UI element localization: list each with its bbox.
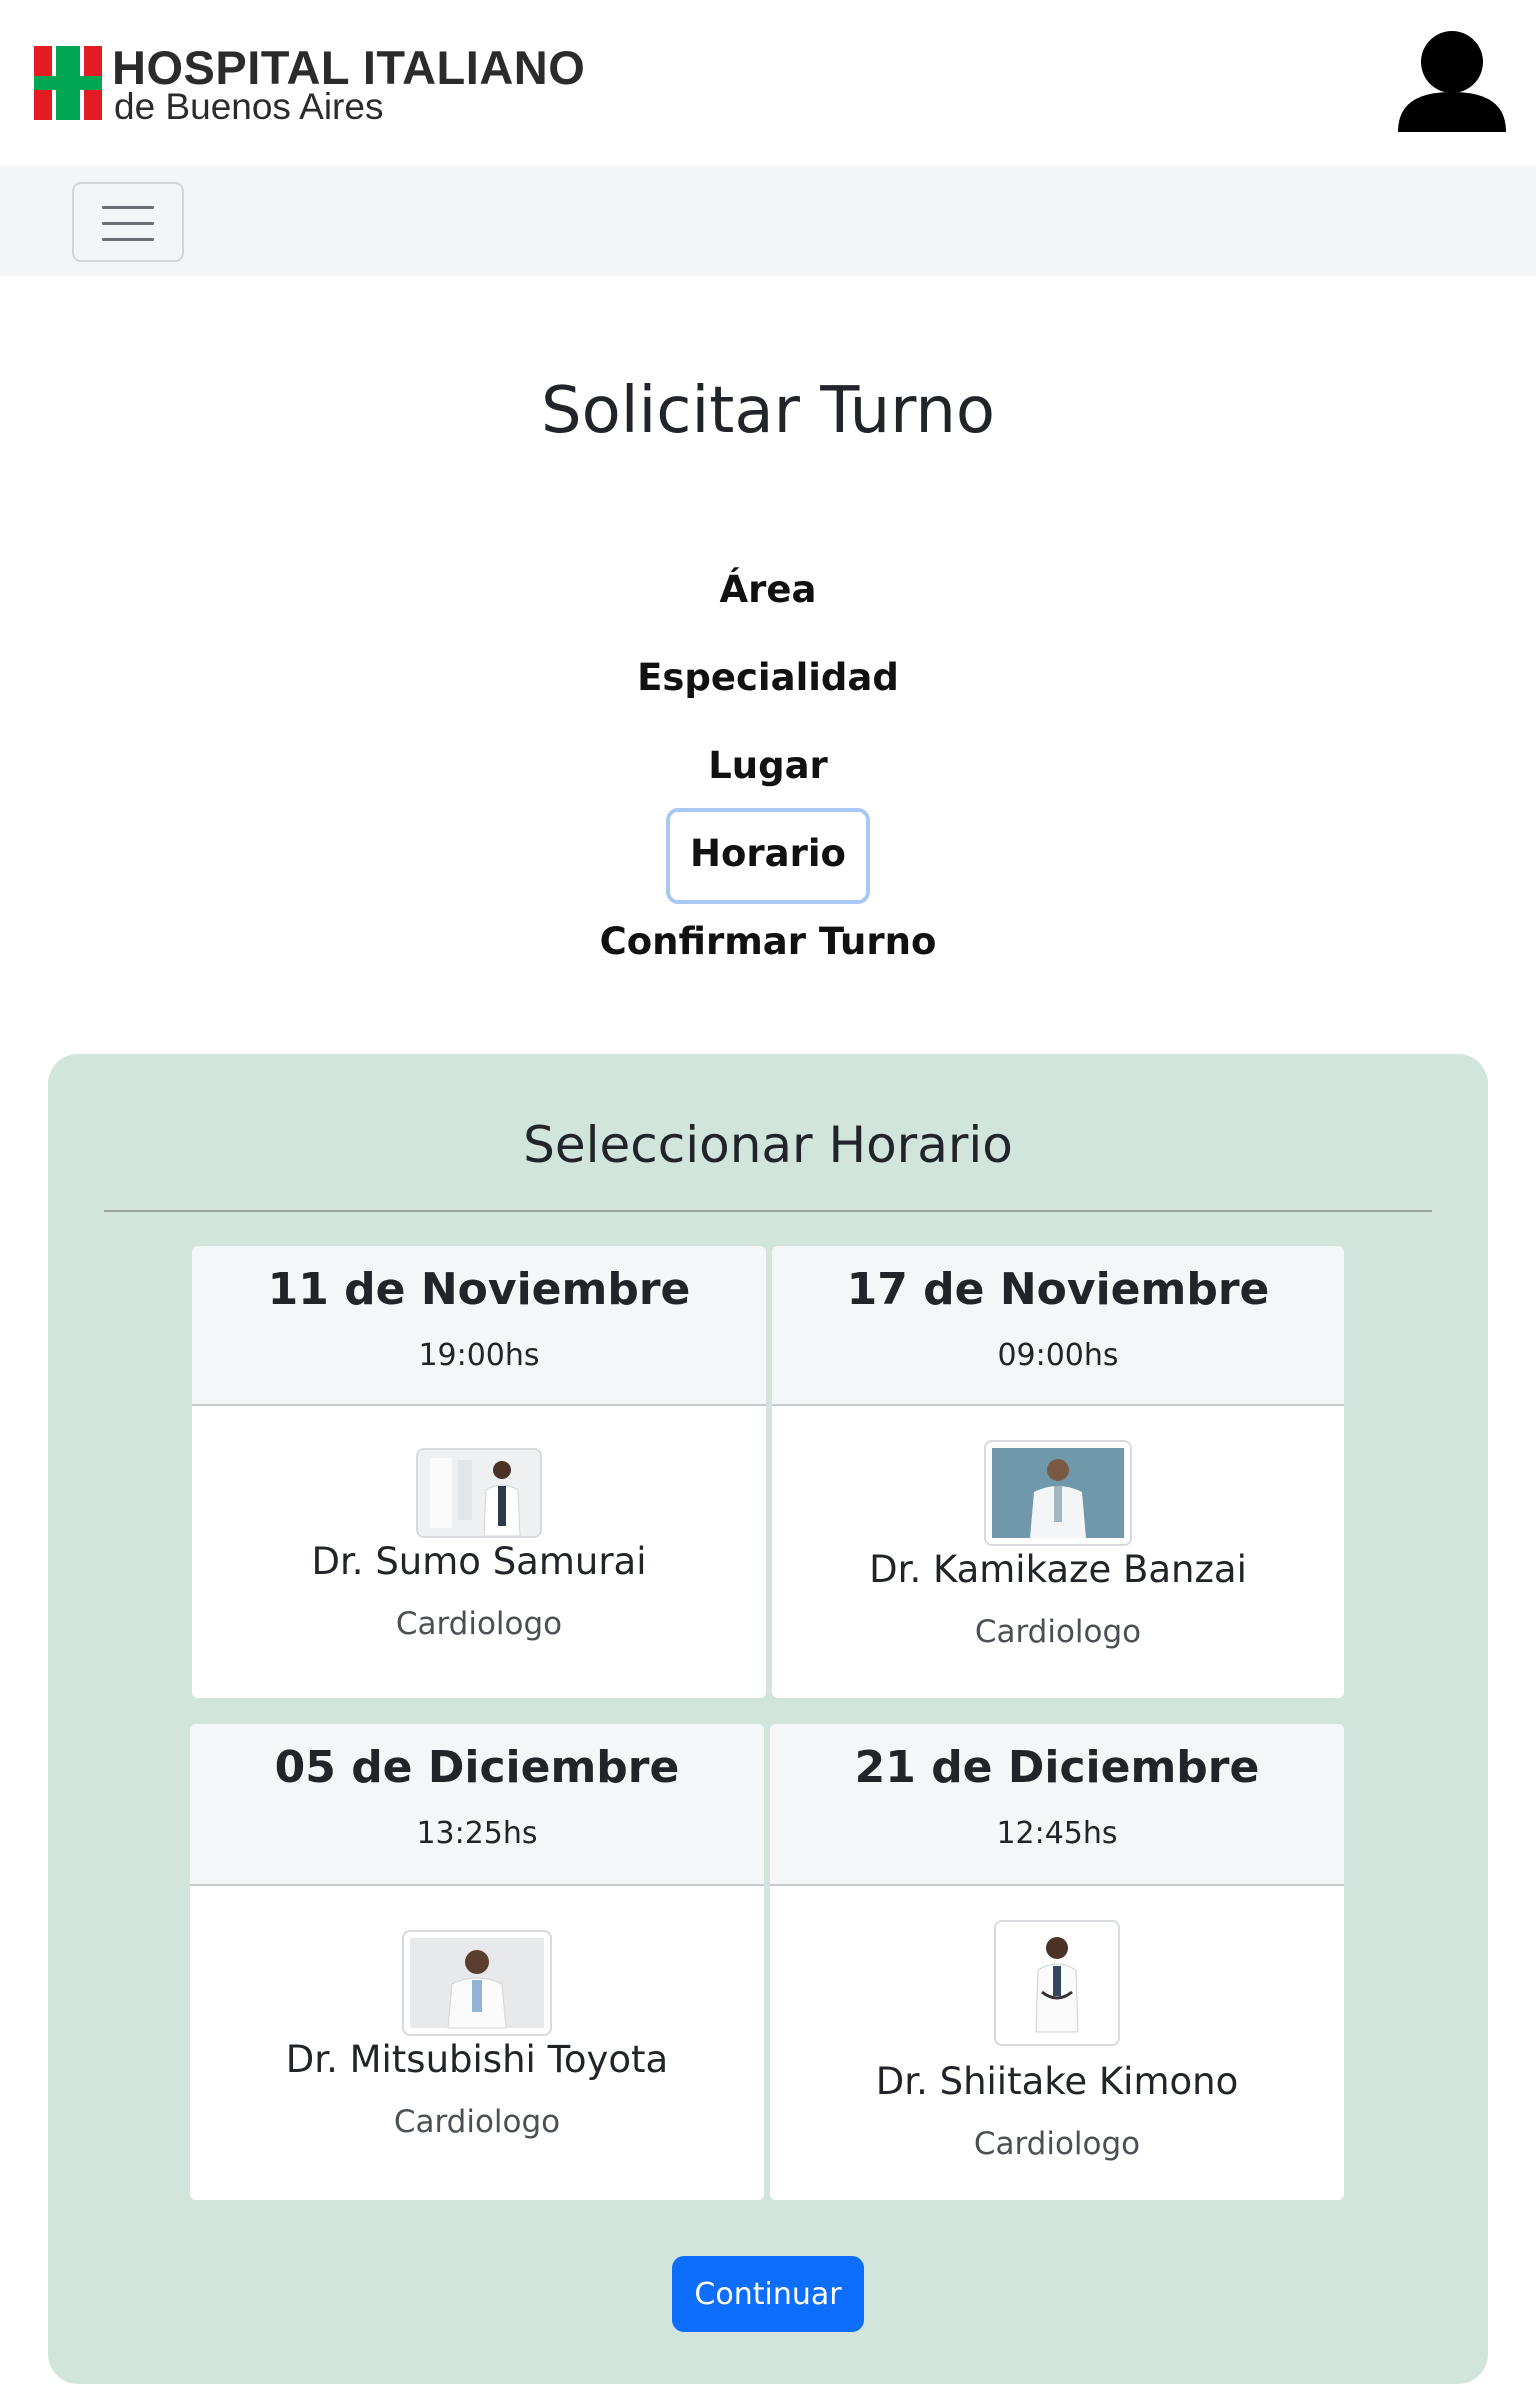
card-header: 05 de Diciembre 13:25hs xyxy=(190,1724,764,1886)
hospital-cross-logo-icon xyxy=(34,46,102,120)
slot-time: 09:00hs xyxy=(997,1338,1119,1373)
navbar xyxy=(0,166,1536,276)
panel-title: Seleccionar Horario xyxy=(523,1116,1013,1174)
doctor-photo xyxy=(416,1448,542,1538)
slot-date: 05 de Diciembre xyxy=(274,1742,680,1793)
panel-divider xyxy=(104,1210,1432,1212)
card-header: 17 de Noviembre 09:00hs xyxy=(772,1246,1344,1406)
hamburger-menu-icon xyxy=(102,222,154,225)
slot-date: 17 de Noviembre xyxy=(846,1264,1270,1315)
card-header: 21 de Diciembre 12:45hs xyxy=(770,1724,1344,1886)
doctor-specialty: Cardiologo xyxy=(393,2104,561,2140)
card-header: 11 de Noviembre 19:00hs xyxy=(192,1246,766,1406)
hamburger-menu-icon xyxy=(102,206,154,209)
logo-subtitle: de Buenos Aires xyxy=(114,86,384,127)
user-icon[interactable] xyxy=(1396,30,1508,134)
doctor-name: Dr. Shiitake Kimono xyxy=(875,2060,1239,2103)
schedule-card[interactable]: 05 de Diciembre 13:25hs Dr. Mitsubishi T… xyxy=(190,1724,764,2200)
step-lugar[interactable]: Lugar xyxy=(0,744,1536,787)
slot-date: 11 de Noviembre xyxy=(267,1264,691,1315)
step-confirmar-turno[interactable]: Confirmar Turno xyxy=(0,920,1536,963)
page-title: Solicitar Turno xyxy=(540,374,996,448)
step-especialidad[interactable]: Especialidad xyxy=(0,656,1536,699)
schedule-card[interactable]: 17 de Noviembre 09:00hs Dr. Kamikaze Ban… xyxy=(772,1246,1344,1698)
doctor-specialty: Cardiologo xyxy=(973,2126,1141,2162)
slot-time: 13:25hs xyxy=(416,1816,538,1851)
doctor-name: Dr. Kamikaze Banzai xyxy=(869,1548,1247,1591)
doctor-specialty: Cardiologo xyxy=(395,1606,563,1642)
doctor-photo xyxy=(994,1920,1120,2046)
step-area[interactable]: Área xyxy=(0,568,1536,611)
slot-time: 19:00hs xyxy=(418,1338,540,1373)
slot-time: 12:45hs xyxy=(996,1816,1118,1851)
navbar-toggler-button[interactable] xyxy=(72,182,184,262)
doctor-name: Dr. Sumo Samurai xyxy=(311,1540,647,1583)
header: HOSPITAL ITALIANO de Buenos Aires xyxy=(0,0,1536,166)
schedule-card[interactable]: 21 de Diciembre 12:45hs Dr. Shiitake Kim… xyxy=(770,1724,1344,2200)
doctor-photo xyxy=(984,1440,1132,1546)
continue-button[interactable]: Continuar xyxy=(672,2256,864,2332)
slot-date: 21 de Diciembre xyxy=(854,1742,1260,1793)
hospital-logo[interactable]: HOSPITAL ITALIANO de Buenos Aires xyxy=(34,40,594,130)
doctor-photo xyxy=(402,1930,552,2036)
schedule-card[interactable]: 11 de Noviembre 19:00hs Dr. Sumo Samurai… xyxy=(192,1246,766,1698)
step-horario[interactable]: Horario xyxy=(0,832,1536,875)
doctor-name: Dr. Mitsubishi Toyota xyxy=(285,2038,669,2081)
doctor-specialty: Cardiologo xyxy=(974,1614,1142,1650)
hamburger-menu-icon xyxy=(102,238,154,241)
